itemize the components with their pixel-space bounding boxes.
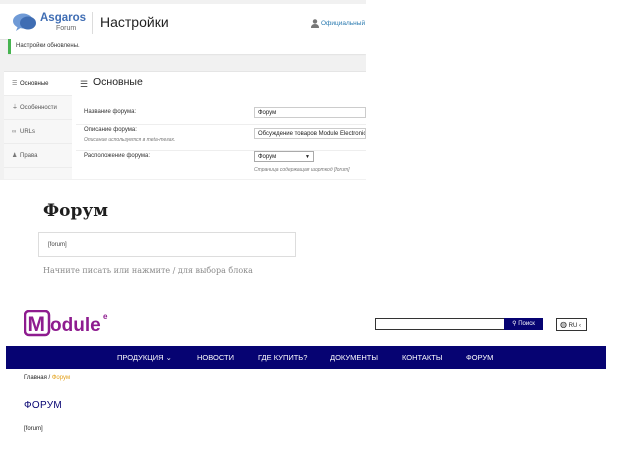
- forum-description-help: Описание используется в meta-тегах.: [84, 137, 176, 143]
- editor-post-title[interactable]: Форум: [43, 201, 108, 221]
- tab-features-label: Особенности: [20, 105, 57, 111]
- logo-first-letter: M: [28, 313, 46, 336]
- shortcode-block[interactable]: [forum]: [38, 232, 296, 257]
- breadcrumb-home[interactable]: Главная: [24, 375, 47, 381]
- user-icon: [311, 19, 319, 28]
- asgaros-logo-icon: [13, 13, 36, 31]
- forum-location-label: Расположение форума:: [84, 153, 151, 159]
- language-switcher[interactable]: ◍ RU ‹: [556, 318, 587, 331]
- tab-permissions[interactable]: ♟ Права: [4, 144, 72, 168]
- admin-header: Asgaros Forum Настройки Официальный: [0, 4, 366, 40]
- nav-item-forum[interactable]: ФОРУМ: [466, 346, 493, 369]
- forum-location-row: Расположение форума: Форум ▼ Страница сод…: [76, 150, 366, 180]
- forum-description-row: Описание форума: Описание используется в…: [76, 124, 366, 151]
- page-heading: ФОРУМ: [24, 400, 63, 411]
- search-button[interactable]: ⚲ Поиск: [504, 318, 543, 330]
- settings-updated-notice: Настройки обновлены.: [8, 39, 366, 54]
- tab-general[interactable]: ☰ Основные: [4, 72, 72, 96]
- nav-item-products-label: ПРОДУКЦИЯ: [117, 353, 164, 362]
- chevron-down-icon: ‹: [579, 323, 581, 329]
- logo-superscript: e: [103, 312, 108, 321]
- tab-urls[interactable]: ∞ URLs: [4, 120, 72, 144]
- sliders-icon: ☰: [12, 81, 18, 87]
- forum-description-input[interactable]: Обсуждение товаров Module Electronic: [254, 128, 366, 139]
- nav-item-where-to-buy[interactable]: ГДЕ КУПИТЬ?: [258, 346, 307, 369]
- page-content: [forum]: [24, 426, 43, 432]
- logo-subtitle: Forum: [56, 25, 77, 32]
- search-button-label: Поиск: [518, 321, 535, 327]
- settings-pane: ☰ Основные Название форума: Форум Описан…: [72, 71, 366, 179]
- breadcrumb-separator: /: [48, 375, 51, 381]
- forum-description-label: Описание форума:: [84, 127, 137, 133]
- search-input[interactable]: [375, 318, 505, 330]
- search-icon: ⚲: [512, 321, 517, 327]
- nav-item-products[interactable]: ПРОДУКЦИЯ ⌄: [117, 346, 172, 369]
- logo-name: Asgaros: [40, 12, 87, 24]
- nav-item-documents[interactable]: ДОКУМЕНТЫ: [330, 346, 378, 369]
- nav-item-contacts[interactable]: КОНТАКТЫ: [402, 346, 442, 369]
- forum-name-row: Название форума: Форум: [76, 102, 366, 125]
- chevron-down-icon: ⌄: [165, 353, 172, 362]
- forum-location-value: Форум: [258, 154, 277, 160]
- tab-urls-label: URLs: [20, 129, 36, 135]
- forum-location-hint: Страница содержащая шорткод [forum]: [254, 167, 350, 173]
- plug-icon: ⏚: [12, 105, 19, 111]
- module-logo[interactable]: M odule e: [24, 310, 114, 338]
- page-title: Настройки: [100, 14, 169, 30]
- forum-name-input[interactable]: Форум: [254, 107, 366, 118]
- link-icon: ∞: [12, 129, 17, 135]
- nav-item-news[interactable]: НОВОСТИ: [197, 346, 234, 369]
- forum-name-label: Название форума:: [84, 109, 137, 115]
- tab-permissions-label: Права: [20, 153, 38, 159]
- forum-location-select[interactable]: Форум ▼: [254, 151, 314, 162]
- users-icon: ♟: [12, 153, 18, 159]
- section-title: Основные: [93, 76, 143, 88]
- sliders-icon: ☰: [80, 79, 89, 89]
- language-label: RU: [568, 323, 578, 329]
- breadcrumb: Главная / Форум: [24, 375, 70, 381]
- globe-icon: ◍: [560, 320, 567, 329]
- admin-settings-panel: Asgaros Forum Настройки Официальный Наст…: [0, 0, 366, 180]
- chevron-down-icon: ▼: [305, 154, 310, 160]
- tab-features[interactable]: ⏚ Особенности: [4, 96, 72, 120]
- logo-rest: odule: [50, 315, 101, 336]
- tab-general-label: Основные: [20, 81, 49, 87]
- settings-tabs: ☰ Основные ⏚ Особенности ∞ URLs ♟ Права: [4, 71, 72, 179]
- main-nav: ПРОДУКЦИЯ ⌄ НОВОСТИ ГДЕ КУПИТЬ? ДОКУМЕНТ…: [6, 346, 606, 369]
- breadcrumb-current: Форум: [51, 375, 71, 381]
- header-divider: [92, 12, 93, 34]
- block-appender-placeholder[interactable]: Начните писать или нажмите / для выбора …: [43, 266, 253, 275]
- user-profile-link[interactable]: Официальный: [321, 20, 365, 27]
